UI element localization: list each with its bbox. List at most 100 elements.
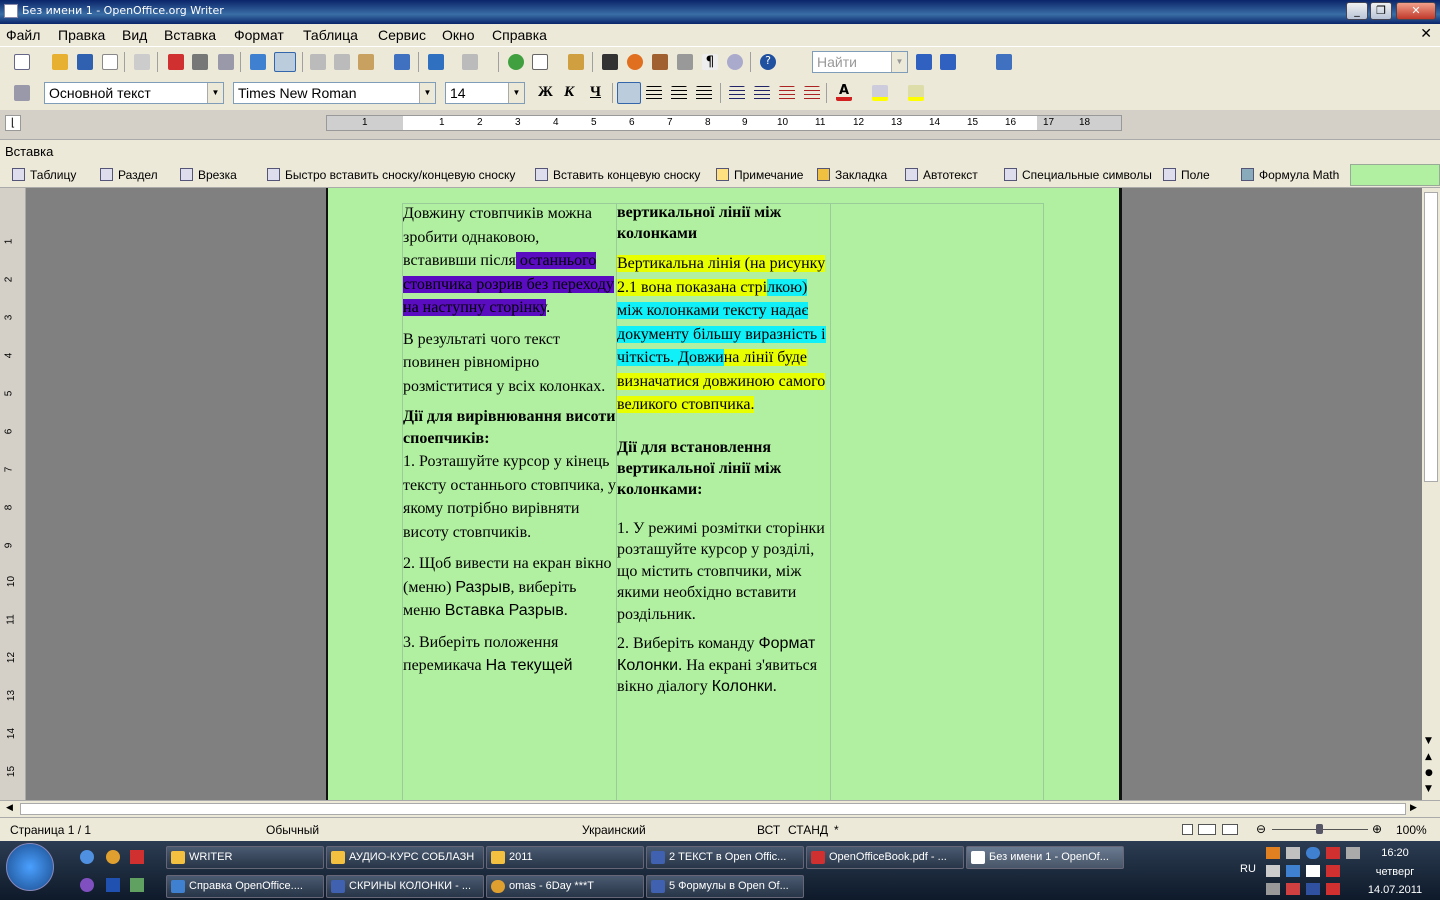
horizontal-ruler[interactable]: ⌊ 1 1 2 3 4 5 6 7 8 9 10 11 12 13 14 15 … <box>0 110 1440 139</box>
vertical-scrollbar[interactable]: ▼ ▲ ● ▼ <box>1422 188 1440 800</box>
autospellcheck-icon[interactable] <box>274 52 296 72</box>
page-style[interactable]: Обычный <box>266 823 319 837</box>
quicklaunch-icon[interactable] <box>130 878 144 892</box>
close-button[interactable]: ✕ <box>1396 2 1436 20</box>
column-2[interactable]: вертикальної лінії між колонками Вертика… <box>617 202 830 706</box>
tray-icon[interactable] <box>1306 847 1320 859</box>
scroll-right-icon[interactable]: ▶ <box>1410 803 1417 813</box>
document-close-icon[interactable]: ✕ <box>1420 26 1432 42</box>
taskbar-button[interactable]: 2 ТЕКСТ в Open Offic... <box>646 846 804 869</box>
copy-icon[interactable] <box>334 54 350 70</box>
background-color-icon[interactable] <box>908 85 924 101</box>
clock-time[interactable]: 16:20 <box>1360 847 1430 859</box>
clock-day[interactable]: четверг <box>1360 866 1430 878</box>
edit-file-icon[interactable] <box>134 54 150 70</box>
single-page-view-icon[interactable] <box>1182 824 1193 835</box>
next-page-icon[interactable]: ▼ <box>1425 784 1432 794</box>
taskbar-button[interactable]: СКРИНЫ КОЛОНКИ - ... <box>326 875 484 898</box>
menu-table[interactable]: Таблица <box>303 27 358 43</box>
font-size-select[interactable]: 14 ▼ <box>445 82 525 104</box>
minimize-button[interactable]: _ <box>1346 2 1368 20</box>
paste-icon[interactable] <box>358 54 374 70</box>
insert-formula-button[interactable]: Формула Math <box>1259 168 1339 182</box>
underline-button[interactable]: Ч <box>590 84 601 101</box>
quicklaunch-icon[interactable] <box>106 850 120 864</box>
find-replace-icon[interactable] <box>602 54 618 70</box>
tab-stop-icon[interactable]: ⌊ <box>5 115 21 131</box>
start-button[interactable] <box>6 843 54 891</box>
language[interactable]: Украинский <box>582 823 646 837</box>
tray-icon[interactable] <box>1286 847 1300 859</box>
quicklaunch-icon[interactable] <box>80 850 94 864</box>
print-icon[interactable] <box>192 54 208 70</box>
insert-endnote-button[interactable]: Вставить концевую сноску <box>553 168 700 182</box>
insert-section-button[interactable]: Раздел <box>118 168 158 182</box>
quicklaunch-icon[interactable] <box>80 878 94 892</box>
font-color-icon[interactable]: A <box>836 84 852 101</box>
find-previous-icon[interactable] <box>940 54 956 70</box>
zoom-level[interactable]: 100% <box>1396 823 1427 837</box>
taskbar-button[interactable]: omas - 6Day ***T <box>486 875 644 898</box>
cut-icon[interactable] <box>310 54 326 70</box>
insert-comment-button[interactable]: Примечание <box>734 168 803 182</box>
quicklaunch-icon[interactable] <box>106 878 120 892</box>
zoom-in-icon[interactable]: ⊕ <box>1372 822 1382 836</box>
zoom-out-icon[interactable]: ⊖ <box>1256 822 1266 836</box>
navigator-icon[interactable] <box>627 54 643 70</box>
bullets-icon[interactable] <box>754 86 770 102</box>
decrease-indent-icon[interactable] <box>779 86 795 102</box>
font-name-select[interactable]: Times New Roman ▼ <box>233 82 436 104</box>
taskbar-button[interactable]: 2011 <box>486 846 644 869</box>
tray-icon[interactable] <box>1286 865 1300 877</box>
draw-functions-icon[interactable] <box>568 54 584 70</box>
menu-help[interactable]: Справка <box>492 27 547 43</box>
taskbar-button[interactable]: OpenOfficeBook.pdf - ... <box>806 846 964 869</box>
hyperlink-icon[interactable] <box>508 54 524 70</box>
email-icon[interactable] <box>102 54 118 70</box>
language-indicator[interactable]: RU <box>1240 863 1256 875</box>
tray-icon[interactable] <box>1326 847 1340 859</box>
menu-window[interactable]: Окно <box>442 27 475 43</box>
open-icon[interactable] <box>52 54 68 70</box>
menu-insert[interactable]: Вставка <box>164 27 216 43</box>
table-icon[interactable] <box>532 54 548 70</box>
toolbar-options-icon[interactable] <box>996 54 1012 70</box>
multi-page-view-icon[interactable] <box>1198 824 1216 835</box>
book-view-icon[interactable] <box>1222 824 1238 835</box>
insert-field-button[interactable]: Поле <box>1181 168 1210 182</box>
tray-icon[interactable] <box>1266 847 1280 859</box>
vertical-ruler[interactable]: 1 2 3 4 5 6 7 8 9 10 11 12 13 14 15 <box>0 188 26 800</box>
taskbar-button[interactable]: АУДИО-КУРС СОБЛАЗН <box>326 846 484 869</box>
page-preview-icon[interactable] <box>218 54 234 70</box>
format-paintbrush-icon[interactable] <box>394 54 410 70</box>
clock-date[interactable]: 14.07.2011 <box>1360 884 1430 896</box>
increase-indent-icon[interactable] <box>804 86 820 102</box>
italic-button[interactable]: К <box>564 84 574 101</box>
find-next-icon[interactable] <box>916 54 932 70</box>
previous-page-icon[interactable]: ▲ <box>1425 752 1432 762</box>
align-left-icon[interactable] <box>617 82 641 104</box>
spellcheck-icon[interactable] <box>250 54 266 70</box>
taskbar-button[interactable]: Справка OpenOffice.... <box>166 875 324 898</box>
export-pdf-icon[interactable] <box>168 54 184 70</box>
insert-bookmark-button[interactable]: Закладка <box>835 168 887 182</box>
insert-frame-button[interactable]: Врезка <box>198 168 237 182</box>
scroll-down-icon[interactable]: ▼ <box>1425 736 1432 746</box>
taskbar-button-active[interactable]: Без имени 1 - OpenOf... <box>966 846 1124 869</box>
zoom-slider-handle[interactable] <box>1316 824 1323 834</box>
styles-formatting-icon[interactable] <box>14 85 30 101</box>
align-right-icon[interactable] <box>671 86 687 102</box>
bold-button[interactable]: Ж <box>538 84 553 101</box>
taskbar-button[interactable]: WRITER <box>166 846 324 869</box>
numbering-icon[interactable] <box>729 86 745 102</box>
scroll-left-icon[interactable]: ◀ <box>6 803 13 813</box>
scroll-thumb[interactable] <box>20 803 1406 815</box>
volume-icon[interactable] <box>1346 847 1360 859</box>
gallery-icon[interactable] <box>652 54 668 70</box>
new-document-icon[interactable] <box>14 54 30 70</box>
menu-tools[interactable]: Сервис <box>378 27 426 43</box>
menu-view[interactable]: Вид <box>122 27 147 43</box>
quicklaunch-icon[interactable] <box>130 850 144 864</box>
zoom-icon[interactable] <box>727 54 743 70</box>
tray-icon[interactable] <box>1306 883 1320 895</box>
